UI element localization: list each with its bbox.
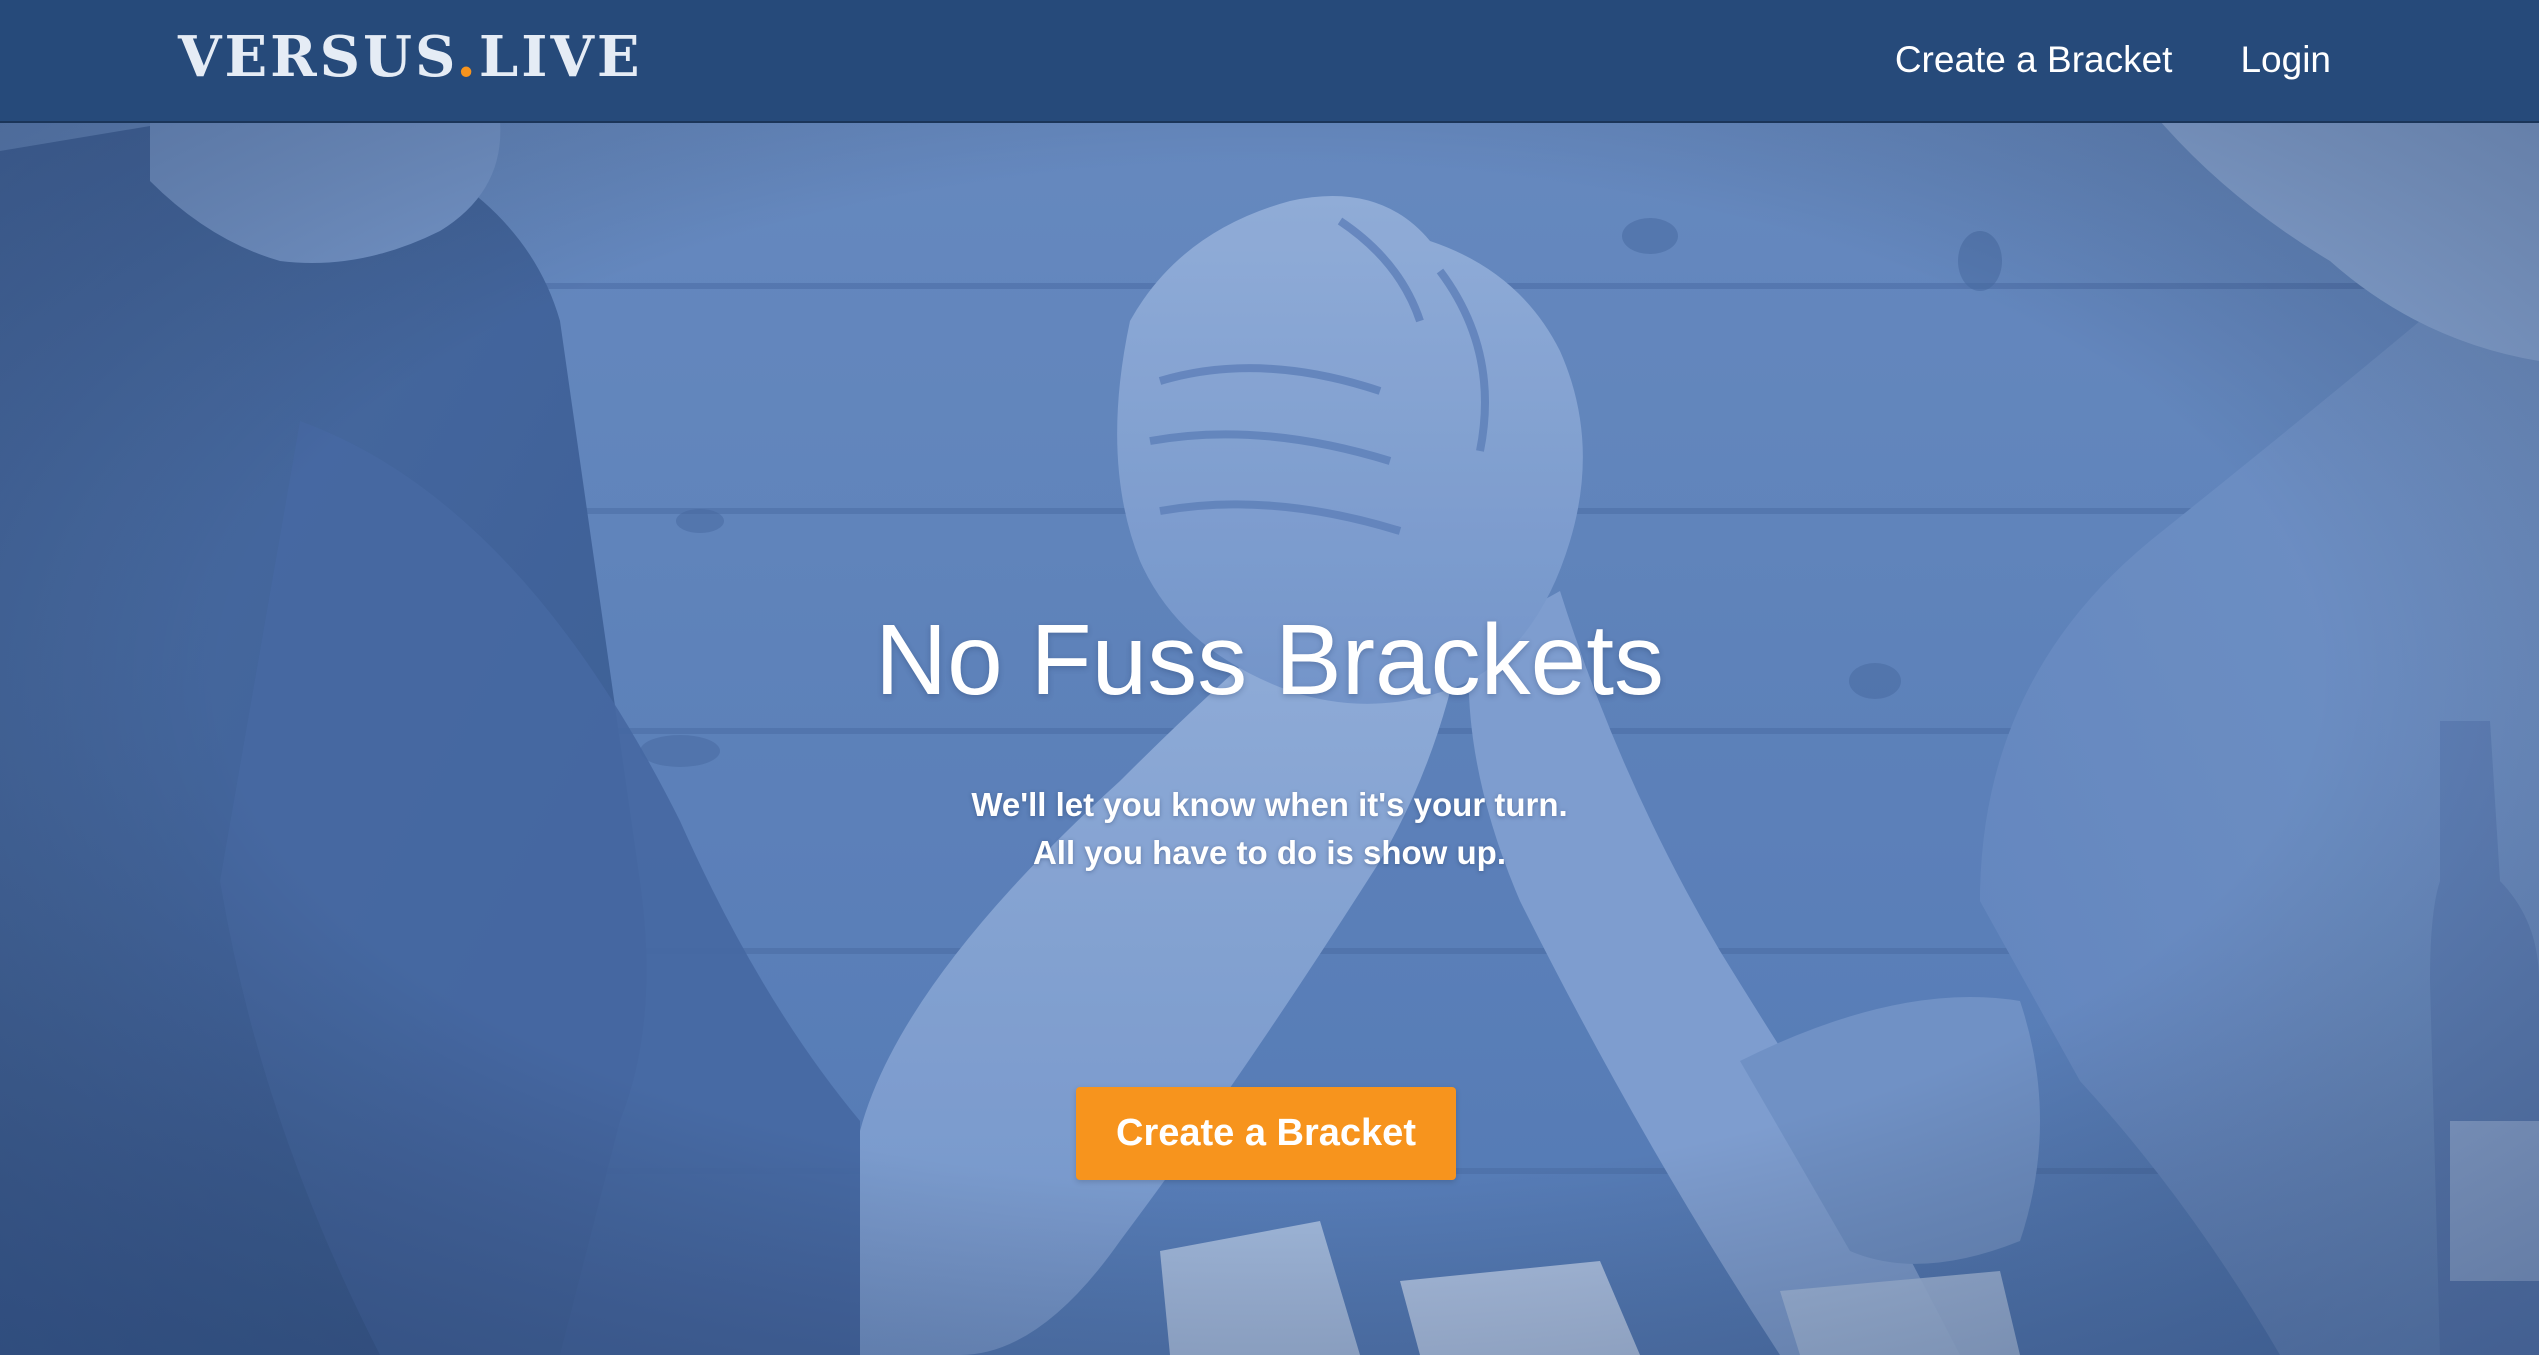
logo-text-suffix: LIVE (478, 24, 643, 90)
page: VERSUS.LIVE Create a Bracket Login No Fu… (0, 0, 2539, 1355)
hero-subtitle-line-2: All you have to do is show up. (1032, 834, 1507, 871)
hero-section: No Fuss Brackets We'll let you know when… (0, 0, 2539, 1355)
brand-logo[interactable]: VERSUS.LIVE (178, 22, 643, 92)
logo-text-main: VERSUS (178, 24, 457, 90)
nav-links: Create a Bracket Login (1895, 30, 2331, 90)
nav-create-bracket-link[interactable]: Create a Bracket (1895, 39, 2173, 81)
hero-title: No Fuss Brackets (874, 604, 1665, 716)
create-bracket-button[interactable]: Create a Bracket (1076, 1087, 1456, 1180)
nav-login-link[interactable]: Login (2240, 39, 2331, 81)
logo-dot: . (456, 24, 479, 90)
hero-subtitle-line-1: We'll let you know when it's your turn. (971, 786, 1568, 823)
top-navbar: VERSUS.LIVE Create a Bracket Login (0, 0, 2539, 123)
